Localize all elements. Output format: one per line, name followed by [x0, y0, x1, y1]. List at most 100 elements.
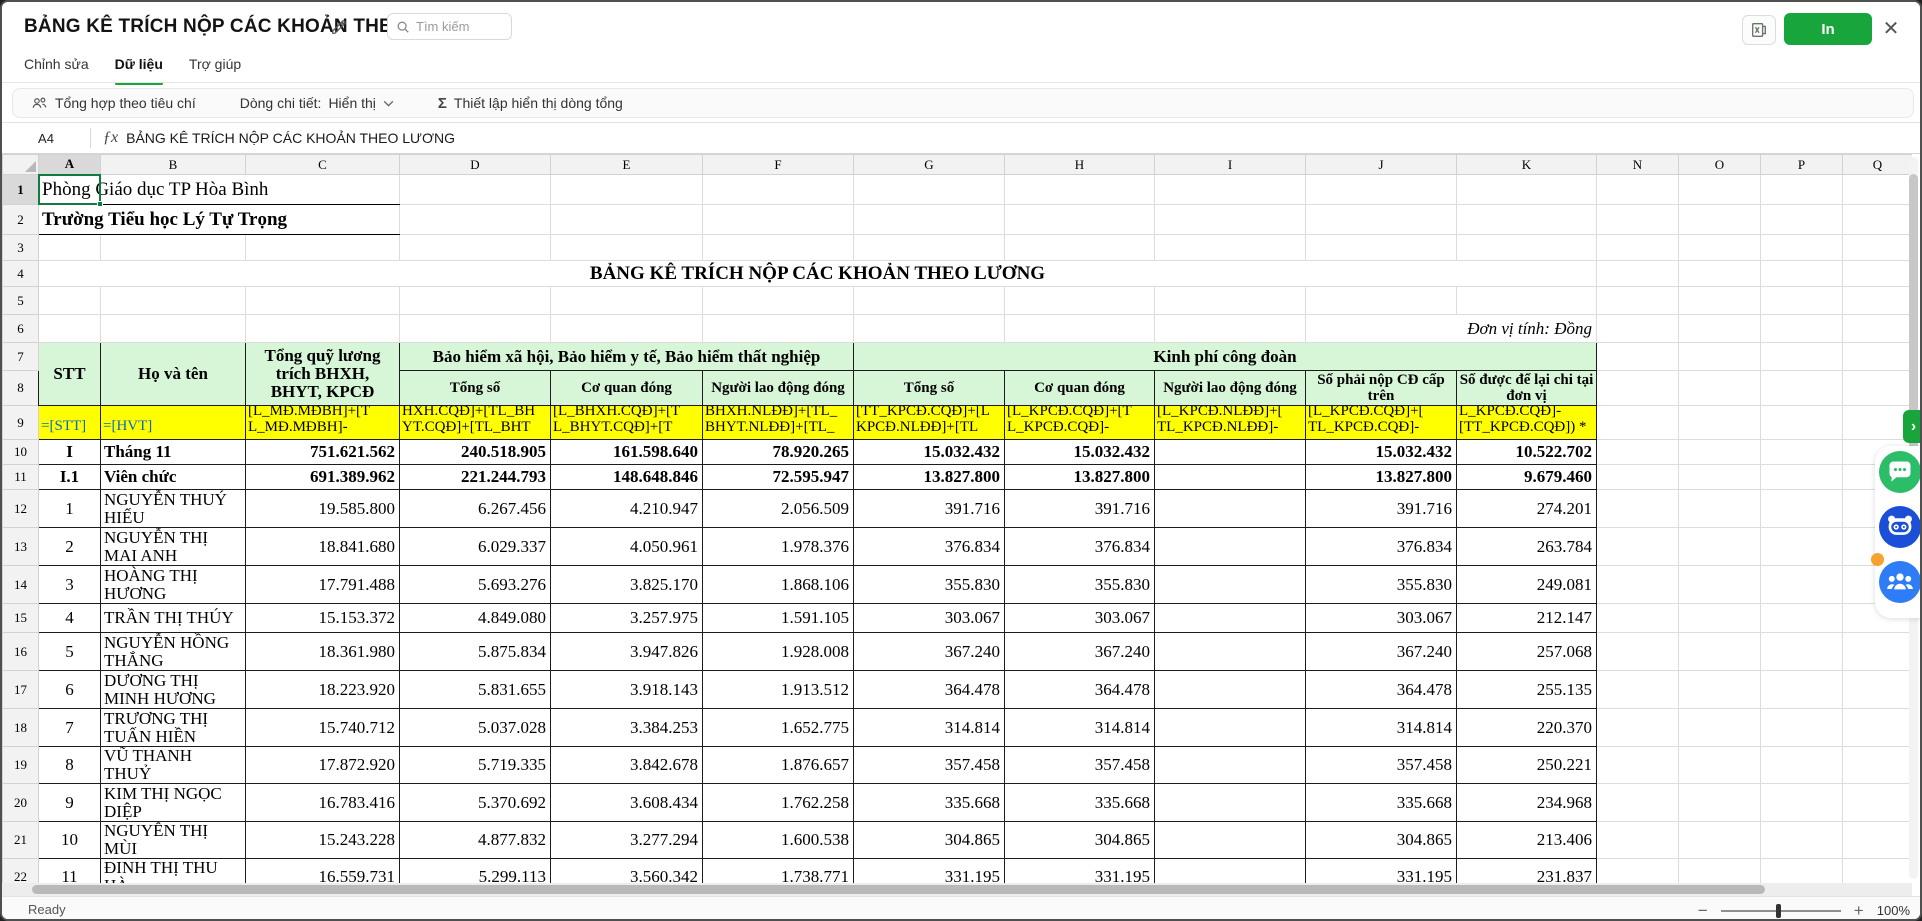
cell-I20[interactable] — [1155, 784, 1306, 822]
cell-G13[interactable]: 376.834 — [854, 528, 1005, 566]
cell-N2[interactable] — [1597, 205, 1679, 235]
cell-J16[interactable]: 367.240 — [1306, 633, 1457, 671]
header-ho-va-ten[interactable]: Họ và tên — [101, 343, 246, 406]
cell-H21[interactable]: 304.865 — [1005, 822, 1155, 859]
cell-N10[interactable] — [1597, 440, 1679, 465]
cell-F13[interactable]: 1.978.376 — [703, 528, 854, 566]
cell-F16[interactable]: 1.928.008 — [703, 633, 854, 671]
cell-K16[interactable]: 257.068 — [1457, 633, 1597, 671]
header-sub-7[interactable]: Số được để lại chi tại đơn vị — [1457, 371, 1597, 406]
cell-K21[interactable]: 213.406 — [1457, 822, 1597, 859]
zoom-out-icon[interactable]: − — [1695, 901, 1711, 921]
cell-F21[interactable]: 1.600.538 — [703, 822, 854, 859]
cell-E2[interactable] — [551, 205, 703, 235]
cell-D14[interactable]: 5.693.276 — [400, 566, 551, 604]
cell-I19[interactable] — [1155, 747, 1306, 784]
cell-K9-formula[interactable]: L_KPCĐ.CQĐ]-[TT_KPCĐ.CQĐ]) * — [1457, 406, 1597, 440]
cell-J18[interactable]: 314.814 — [1306, 709, 1457, 747]
cell-A13[interactable]: 2 — [39, 528, 101, 566]
cell-D20[interactable]: 5.370.692 — [400, 784, 551, 822]
cell-D16[interactable]: 5.875.834 — [400, 633, 551, 671]
row-header-21[interactable]: 21 — [3, 822, 39, 859]
column-header-O[interactable]: O — [1679, 155, 1761, 175]
cell-K1[interactable] — [1457, 175, 1597, 205]
column-header-N[interactable]: N — [1597, 155, 1679, 175]
cell-H2[interactable] — [1005, 205, 1155, 235]
cell-K19[interactable]: 250.221 — [1457, 747, 1597, 784]
cell-K2[interactable] — [1457, 205, 1597, 235]
column-header-Q[interactable]: Q — [1843, 155, 1913, 175]
header-group-kinh-phi-cong-doan[interactable]: Kinh phí công đoàn — [854, 343, 1597, 371]
cell-J9-formula[interactable]: [L_KPCĐ.CQĐ]+[TL_KPCĐ.CQĐ]- — [1306, 406, 1457, 440]
cell-C22[interactable]: 16.559.731 — [246, 859, 400, 884]
cell-F5[interactable] — [703, 287, 854, 315]
cell-N18[interactable] — [1597, 709, 1679, 747]
header-sub-4[interactable]: Cơ quan đóng — [1005, 371, 1155, 406]
cell-J10[interactable]: 15.032.432 — [1306, 440, 1457, 465]
close-icon[interactable]: ✕ — [1880, 18, 1902, 40]
cell-B15[interactable]: TRẦN THỊ THÚY — [101, 604, 246, 633]
horizontal-scrollbar[interactable] — [2, 883, 1912, 896]
cell-A6[interactable] — [39, 315, 101, 343]
cell-F20[interactable]: 1.762.258 — [703, 784, 854, 822]
cell-I16[interactable] — [1155, 633, 1306, 671]
cell-Q21[interactable] — [1843, 822, 1913, 859]
header-sub-5[interactable]: Người lao động đóng — [1155, 371, 1306, 406]
column-header-P[interactable]: P — [1761, 155, 1843, 175]
cell-H22[interactable]: 331.195 — [1005, 859, 1155, 884]
row-header-10[interactable]: 10 — [3, 440, 39, 465]
cell-O20[interactable] — [1679, 784, 1761, 822]
zoom-slider[interactable] — [1721, 910, 1841, 912]
cell-E22[interactable]: 3.560.342 — [551, 859, 703, 884]
row-header-7[interactable]: 7 — [3, 343, 39, 371]
cell-F10[interactable]: 78.920.265 — [703, 440, 854, 465]
cell-J13[interactable]: 376.834 — [1306, 528, 1457, 566]
cell-O18[interactable] — [1679, 709, 1761, 747]
cell-O16[interactable] — [1679, 633, 1761, 671]
cell-Q1[interactable] — [1843, 175, 1913, 205]
summarize-by-criteria-button[interactable]: Tổng hợp theo tiêu chí — [31, 95, 196, 112]
cell-D18[interactable]: 5.037.028 — [400, 709, 551, 747]
cell-P5[interactable] — [1761, 287, 1843, 315]
cell-E17[interactable]: 3.918.143 — [551, 671, 703, 709]
tab-du-lieu[interactable]: Dữ liệu — [115, 52, 163, 82]
cell-G21[interactable]: 304.865 — [854, 822, 1005, 859]
cell-F15[interactable]: 1.591.105 — [703, 604, 854, 633]
cell-E13[interactable]: 4.050.961 — [551, 528, 703, 566]
cell-O17[interactable] — [1679, 671, 1761, 709]
cell-C10[interactable]: 751.621.562 — [246, 440, 400, 465]
cell-P11[interactable] — [1761, 465, 1843, 490]
cell-O10[interactable] — [1679, 440, 1761, 465]
cell-J3[interactable] — [1306, 235, 1457, 261]
cell-D9-formula[interactable]: HXH.CQĐ]+[TL_BHYT.CQĐ]+[TL_BHT — [400, 406, 551, 440]
cell-B11[interactable]: Viên chức — [101, 465, 246, 490]
cell-G2[interactable] — [854, 205, 1005, 235]
cell-H5[interactable] — [1005, 287, 1155, 315]
cell-N22[interactable] — [1597, 859, 1679, 884]
cell-J5[interactable] — [1306, 287, 1457, 315]
cell-I10[interactable] — [1155, 440, 1306, 465]
cell-A4-sheet-title[interactable]: BẢNG KÊ TRÍCH NỘP CÁC KHOẢN THEO LƯƠNG — [39, 261, 1597, 287]
cell-G22[interactable]: 331.195 — [854, 859, 1005, 884]
cell-N1[interactable] — [1597, 175, 1679, 205]
cell-C3[interactable] — [246, 235, 400, 261]
cell-G14[interactable]: 355.830 — [854, 566, 1005, 604]
cell-H16[interactable]: 367.240 — [1005, 633, 1155, 671]
cell-P10[interactable] — [1761, 440, 1843, 465]
cell-F11[interactable]: 72.595.947 — [703, 465, 854, 490]
cell-F22[interactable]: 1.738.771 — [703, 859, 854, 884]
cell-E16[interactable]: 3.947.826 — [551, 633, 703, 671]
cell-P19[interactable] — [1761, 747, 1843, 784]
cell-K11[interactable]: 9.679.460 — [1457, 465, 1597, 490]
header-sub-6[interactable]: Số phải nộp CĐ cấp trên — [1306, 371, 1457, 406]
cell-F17[interactable]: 1.913.512 — [703, 671, 854, 709]
cell-E14[interactable]: 3.825.170 — [551, 566, 703, 604]
cell-J17[interactable]: 364.478 — [1306, 671, 1457, 709]
cell-N6[interactable] — [1597, 315, 1679, 343]
row-header-2[interactable]: 2 — [3, 205, 39, 235]
chat-support-button[interactable] — [1879, 451, 1921, 493]
cell-E9-formula[interactable]: [L_BHXH.CQĐ]+[TL_BHYT.CQĐ]+[T — [551, 406, 703, 440]
cell-B12[interactable]: NGUYỄN THUÝ HIẾU — [101, 490, 246, 528]
cell-B22[interactable]: ĐINH THỊ THU HÀ — [101, 859, 246, 884]
cell-G6[interactable] — [854, 315, 1005, 343]
